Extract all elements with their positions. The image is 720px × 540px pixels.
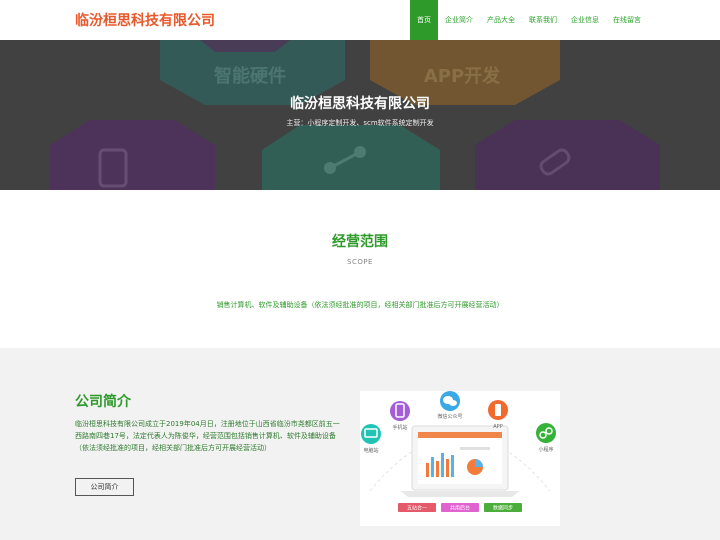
app-icon [488, 400, 508, 420]
about-title: 公司简介 [75, 394, 131, 410]
nav-contact[interactable]: 联系我们 [522, 0, 564, 40]
wechat-icon [440, 391, 460, 411]
hero-title: 临汾桓思科技有限公司 [290, 96, 430, 112]
hero-banner: 智能硬件 APP开发 临汾桓思科技有限公司 主营：小程序定制开发、scm软件系统… [0, 40, 720, 190]
site-header: 临汾桓思科技有限公司 首页 企业简介 产品大全 联系我们 企业信息 在线留言 [0, 0, 720, 40]
main-nav: 首页 企业简介 产品大全 联系我们 企业信息 在线留言 [410, 0, 648, 40]
pc-site-icon [361, 424, 381, 444]
hero-hexagon-background: 智能硬件 APP开发 [0, 40, 720, 190]
nav-about[interactable]: 企业简介 [438, 0, 480, 40]
tag-shared-backend-text: 共用后台 [450, 505, 470, 512]
tag-five-in-one-text: 五站合一 [407, 505, 427, 512]
nav-home[interactable]: 首页 [410, 0, 438, 40]
scope-title: 经营范围 [332, 234, 388, 250]
about-illustration: 手机站 微信公众号 APP 电脑站 小程序 五站合一 共用后台 数据同步 [360, 391, 560, 526]
label-mini-program: 小程序 [538, 446, 553, 453]
about-button[interactable]: 公司简介 [75, 478, 134, 496]
laptop-base [400, 491, 520, 497]
label-mobile: 手机站 [392, 424, 407, 431]
multi-platform-illustration: 手机站 微信公众号 APP 电脑站 小程序 五站合一 共用后台 数据同步 [360, 391, 560, 526]
scope-section: 经营范围 SCOPE 销售计算机、软件及辅助设备（依法须经批准的项目，经相关部门… [0, 190, 720, 348]
about-text: 临汾桓思科技有限公司成立于2019年04月日，注册地位于山西省临汾市尧都区前五一… [75, 420, 340, 452]
site-logo[interactable]: 临汾桓思科技有限公司 [75, 10, 215, 30]
label-app: APP [493, 424, 502, 430]
hero-subtitle: 主营：小程序定制开发、scm软件系统定制开发 [286, 119, 434, 127]
label-wechat: 微信公众号 [437, 413, 462, 420]
nav-company-info[interactable]: 企业信息 [564, 0, 606, 40]
scope-text: 销售计算机、软件及辅助设备（依法须经批准的项目，经相关部门批准后方可开展经营活动… [216, 301, 504, 309]
nav-products[interactable]: 产品大全 [480, 0, 522, 40]
label-pc: 电脑站 [363, 447, 378, 454]
scope-subtitle: SCOPE [347, 258, 373, 266]
tag-data-sync-text: 数据同步 [493, 505, 513, 512]
mobile-site-icon [390, 401, 410, 421]
mini-program-icon [536, 423, 556, 443]
nav-message[interactable]: 在线留言 [606, 0, 648, 40]
about-section: 公司简介 临汾桓思科技有限公司成立于2019年04月日，注册地位于山西省临汾市尧… [0, 348, 720, 540]
